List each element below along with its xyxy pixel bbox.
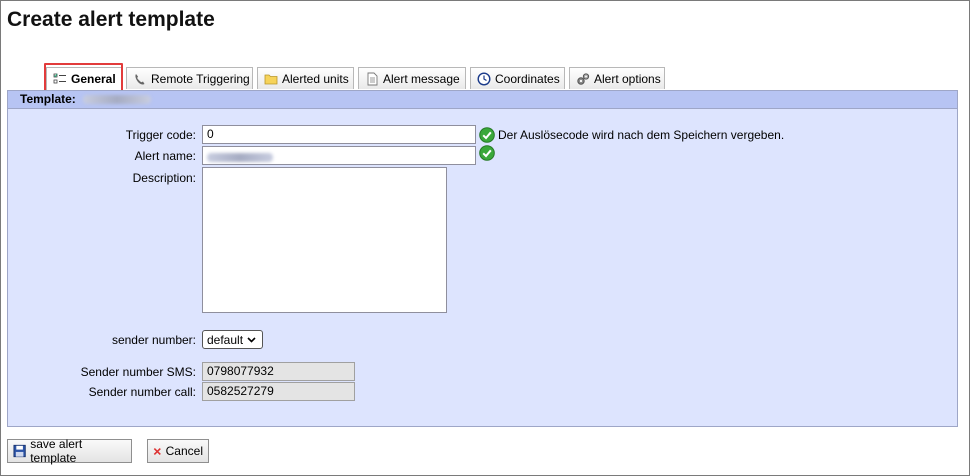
description-label: Description: [132, 171, 196, 185]
sender-sms-label: Sender number SMS: [80, 365, 196, 379]
save-alert-template-button[interactable]: save alert template [7, 437, 132, 465]
compass-icon [477, 71, 491, 86]
gears-icon [576, 72, 590, 86]
page-title: Create alert template [7, 8, 215, 31]
tab-alert-message-label: Alert message [383, 71, 460, 86]
panel-header: Template: [8, 91, 957, 109]
trigger-code-label: Trigger code: [125, 128, 196, 142]
sender-number-selected: default [207, 332, 244, 347]
trigger-code-hint: Der Auslösecode wird nach dem Speichern … [498, 128, 785, 142]
tab-coordinates[interactable]: Coordinates [470, 67, 565, 89]
tab-general[interactable]: General [46, 67, 122, 90]
document-icon [365, 72, 379, 86]
checklist-icon [53, 72, 67, 86]
description-textarea[interactable] [202, 167, 447, 313]
sender-call-label: Sender number call: [88, 385, 196, 399]
tab-alert-options[interactable]: Alert options [569, 67, 665, 89]
phone-icon [133, 72, 147, 86]
template-name-redacted [83, 95, 152, 105]
sender-sms-field: 0798077932 [202, 362, 355, 381]
tab-remote-triggering-label: Remote Triggering [151, 71, 250, 86]
floppy-disk-icon [13, 444, 26, 458]
tab-coordinates-label: Coordinates [495, 71, 560, 86]
alert-name-label: Alert name: [134, 149, 196, 163]
trigger-code-input[interactable]: 0 [202, 125, 476, 144]
close-icon [153, 447, 161, 455]
trigger-code-valid-icon [479, 127, 495, 143]
sender-call-field: 0582527279 [202, 382, 355, 401]
tab-alert-message[interactable]: Alert message [358, 67, 466, 89]
sender-number-label: sender number: [111, 333, 196, 347]
cancel-button[interactable]: Cancel [147, 439, 209, 463]
tab-alerted-units[interactable]: Alerted units [257, 67, 354, 89]
alert-name-input[interactable] [202, 146, 476, 165]
cancel-label: Cancel [165, 444, 203, 458]
tab-alerted-units-label: Alerted units [282, 71, 349, 86]
alert-name-valid-icon [479, 145, 495, 161]
alert-name-redacted [207, 153, 273, 163]
tab-remote-triggering[interactable]: Remote Triggering [126, 67, 253, 89]
tab-general-label: General [71, 72, 116, 86]
template-label: Template: [20, 92, 76, 106]
folder-icon [264, 72, 278, 86]
tab-alert-options-label: Alert options [594, 71, 661, 86]
sender-number-select[interactable]: default [202, 330, 263, 349]
chevron-down-icon [247, 336, 256, 343]
save-alert-template-label: save alert template [30, 437, 83, 465]
